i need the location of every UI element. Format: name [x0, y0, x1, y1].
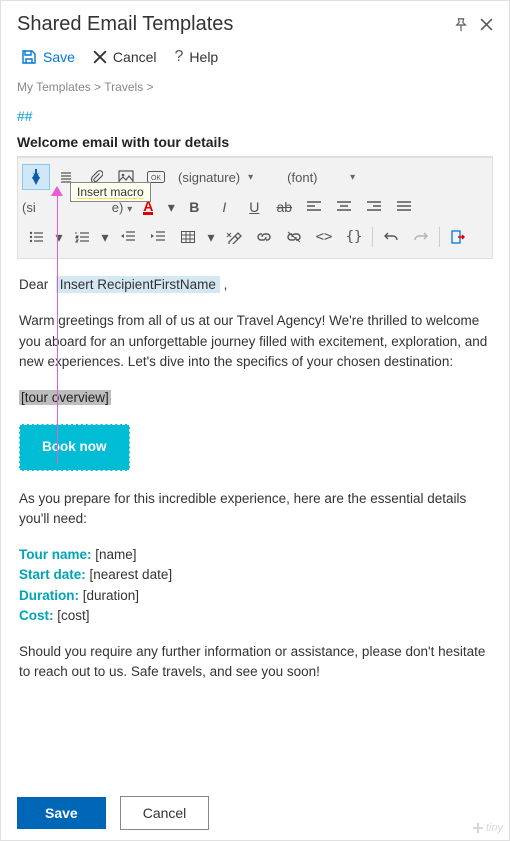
cancel-label: Cancel	[113, 49, 157, 65]
cancel-icon	[93, 50, 107, 64]
tour-overview-placeholder: [tour overview]	[19, 388, 491, 408]
align-right-icon[interactable]	[360, 194, 388, 220]
start-date-label: Start date:	[19, 567, 86, 582]
svg-text:OK: OK	[151, 175, 161, 182]
font-label: (font)	[287, 170, 317, 185]
help-icon: ?	[175, 48, 184, 66]
tiny-label: tiny	[486, 822, 503, 834]
chevron-down-icon[interactable]: ▾	[52, 224, 66, 250]
outdent-icon[interactable]	[114, 224, 142, 250]
save-action[interactable]: Save	[21, 49, 75, 65]
breadcrumb-sep: >	[94, 80, 101, 94]
greeting-suffix: ,	[224, 277, 228, 292]
chevron-down-icon[interactable]: ▾	[164, 194, 178, 220]
save-button[interactable]: Save	[17, 797, 106, 829]
toolbar-separator	[372, 227, 373, 247]
code-icon[interactable]: <>	[310, 224, 338, 250]
closing-paragraph: Should you require any further informati…	[19, 642, 491, 683]
prepare-paragraph: As you prepare for this incredible exper…	[19, 489, 491, 530]
breadcrumb: My Templates > Travels >	[17, 80, 493, 94]
cancel-button[interactable]: Cancel	[120, 796, 210, 830]
clear-format-icon[interactable]	[220, 224, 248, 250]
size-select-left[interactable]: (si	[22, 200, 36, 215]
align-center-icon[interactable]	[330, 194, 358, 220]
insert-macro-tooltip: Insert macro	[70, 182, 151, 202]
align-left-icon[interactable]	[300, 194, 328, 220]
window-title: Shared Email Templates	[17, 13, 233, 36]
book-now-button[interactable]: Book now	[19, 424, 130, 470]
tour-overview-chip[interactable]: [tour overview]	[19, 390, 111, 405]
underline-icon[interactable]: U	[240, 194, 268, 220]
numbered-list-icon[interactable]	[68, 224, 96, 250]
help-action[interactable]: ? Help	[175, 48, 219, 66]
editor-body[interactable]: Dear Insert RecipientFirstName , Warm gr…	[17, 259, 493, 683]
cost-value: [cost]	[57, 608, 89, 623]
table-icon[interactable]	[174, 224, 202, 250]
exit-icon[interactable]	[444, 224, 472, 250]
cost-label: Cost:	[19, 608, 54, 623]
pin-icon[interactable]	[454, 18, 468, 32]
intro-paragraph: Warm greetings from all of us at our Tra…	[19, 311, 491, 372]
greeting-line: Dear Insert RecipientFirstName ,	[19, 275, 491, 295]
breadcrumb-node[interactable]: Travels	[104, 80, 143, 94]
unlink-icon[interactable]	[280, 224, 308, 250]
tiny-logo: tiny	[473, 822, 503, 834]
italic-icon[interactable]: I	[210, 194, 238, 220]
tour-name-label: Tour name:	[19, 547, 92, 562]
start-date-value: [nearest date]	[90, 567, 173, 582]
tour-name-value: [name]	[95, 547, 136, 562]
signature-label: (signature)	[178, 170, 240, 185]
annotation-arrow-head	[51, 186, 63, 196]
title-controls	[454, 18, 493, 32]
link-icon[interactable]	[250, 224, 278, 250]
tag-row[interactable]: ##	[17, 108, 493, 124]
breadcrumb-sep: >	[147, 80, 154, 94]
toolbar-separator	[439, 227, 440, 247]
align-justify-icon[interactable]	[390, 194, 418, 220]
bold-icon[interactable]: B	[180, 194, 208, 220]
insert-macro-button[interactable]	[22, 164, 50, 190]
redo-icon[interactable]	[407, 224, 435, 250]
greeting-prefix: Dear	[19, 277, 48, 292]
duration-value: [duration]	[83, 588, 139, 603]
undo-icon[interactable]	[377, 224, 405, 250]
tour-details: Tour name: [name] Start date: [nearest d…	[19, 545, 491, 626]
breadcrumb-root[interactable]: My Templates	[17, 80, 91, 94]
cancel-action[interactable]: Cancel	[93, 49, 157, 65]
duration-label: Duration:	[19, 588, 79, 603]
title-bar: Shared Email Templates	[17, 13, 493, 36]
save-label: Save	[43, 49, 75, 65]
strikethrough-icon[interactable]: ab	[270, 194, 298, 220]
editor-toolbar: OK (signature) (font) Insert macro (si e…	[17, 157, 493, 259]
bullet-list-icon[interactable]	[22, 224, 50, 250]
template-title: Welcome email with tour details	[17, 134, 493, 157]
annotation-arrow	[57, 196, 58, 464]
chevron-down-icon[interactable]: ▾	[98, 224, 112, 250]
close-icon[interactable]	[480, 18, 493, 32]
toolbar-row-3: ▾ ▾ ▾ <> {}	[22, 224, 488, 250]
save-icon	[21, 49, 37, 65]
help-label: Help	[189, 49, 218, 65]
chevron-down-icon[interactable]: ▾	[204, 224, 218, 250]
window: Shared Email Templates Save Cancel ? Hel…	[0, 0, 510, 841]
footer: Save Cancel	[17, 796, 493, 830]
action-bar: Save Cancel ? Help	[17, 48, 493, 66]
signature-select[interactable]: (signature)	[172, 164, 259, 190]
recipient-chip[interactable]: Insert RecipientFirstName	[56, 276, 220, 293]
font-select[interactable]: (font)	[281, 164, 361, 190]
indent-icon[interactable]	[144, 224, 172, 250]
braces-icon[interactable]: {}	[340, 224, 368, 250]
